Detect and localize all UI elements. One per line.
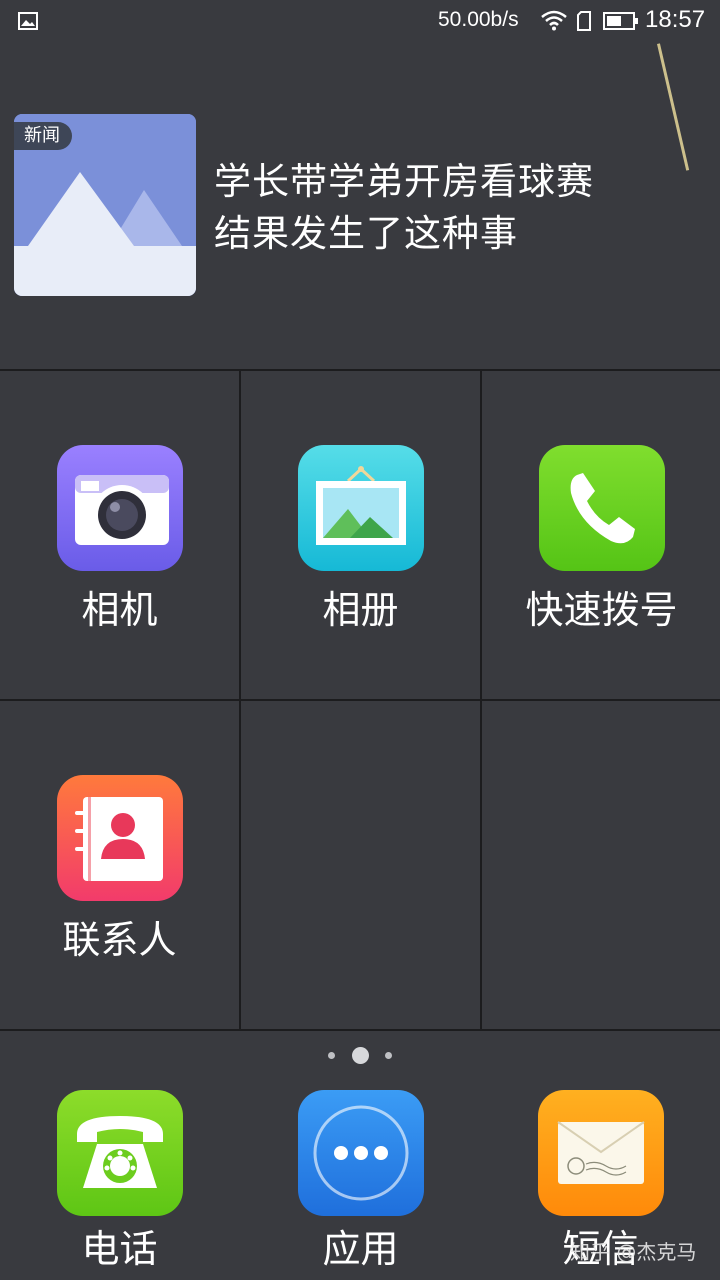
contacts-icon[interactable] [57,775,183,901]
app-speed-dial[interactable]: 快速拨号 [482,371,720,698]
watermark: 知乎 @杰克马 [570,1240,697,1264]
app-contacts[interactable]: 联系人 [0,701,239,1028]
news-headline-line1: 学长带学弟开房看球赛 [214,160,594,203]
app-camera[interactable]: 相机 [0,371,239,698]
app-gallery-label: 相册 [322,588,399,632]
camera-icon[interactable] [57,445,183,571]
page-dot-1 [328,1052,335,1059]
sms-icon[interactable] [538,1090,664,1216]
sim-icon [577,11,591,31]
news-thumbnail: 新闻 [14,114,196,296]
news-card[interactable]: 新闻 学长带学弟开房看球赛 结果发生了这种事 [0,96,720,368]
speed-dial-icon[interactable] [539,445,665,571]
app-grid: 相机 相册 快速拨号 联系人 [0,369,720,1031]
app-speed-dial-label: 快速拨号 [525,588,678,632]
gallery-icon[interactable] [298,445,424,571]
clock: 18:57 [645,6,706,33]
app-contacts-label: 联系人 [62,918,177,962]
app-gallery[interactable]: 相册 [241,371,480,698]
wifi-icon [541,10,567,31]
page-dot-3 [385,1052,392,1059]
image-notification-icon [18,12,38,30]
dock-apps-label: 应用 [322,1227,399,1271]
network-speed: 50.00b/s [438,8,519,31]
app-camera-label: 相机 [81,588,158,632]
dock-phone[interactable]: 电话 [0,1090,240,1280]
page-indicator [0,1045,720,1065]
dock-phone-label: 电话 [81,1227,158,1271]
news-tag: 新闻 [14,122,72,150]
dock-apps[interactable]: 应用 [241,1090,481,1280]
news-headline-line2: 结果发生了这种事 [214,212,518,255]
battery-icon [603,12,638,30]
news-headline[interactable]: 学长带学弟开房看球赛 结果发生了这种事 [214,156,684,260]
page-dot-2-active [352,1047,369,1064]
phone-icon[interactable] [57,1090,183,1216]
status-bar: 50.00b/s 18:57 [0,0,720,44]
apps-icon[interactable] [298,1090,424,1216]
